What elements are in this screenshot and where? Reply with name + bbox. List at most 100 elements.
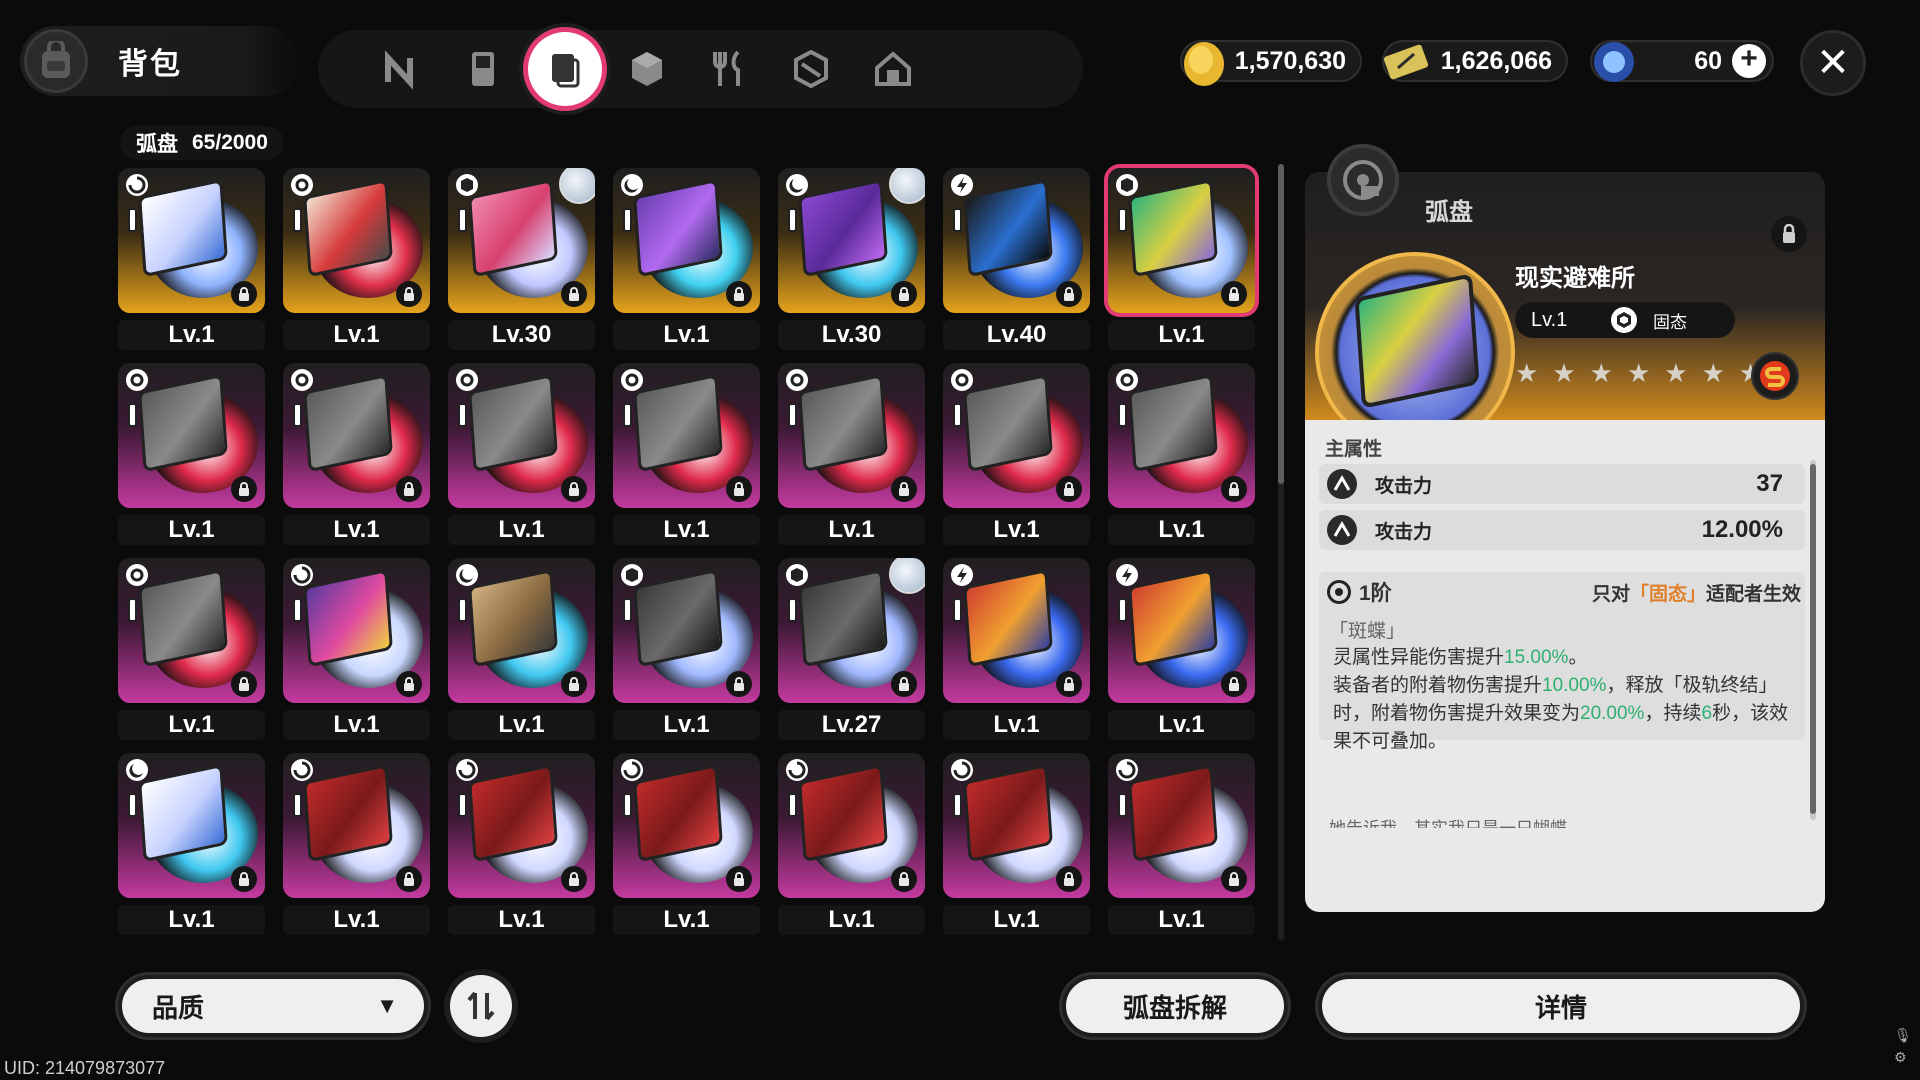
equipped-avatar xyxy=(559,168,595,204)
lock-icon[interactable] xyxy=(891,476,917,502)
handheld-console-icon xyxy=(472,52,494,86)
disc-card[interactable]: Lv.1 xyxy=(1108,168,1255,353)
disc-card[interactable]: Lv.1 xyxy=(1108,753,1255,938)
disc-tile xyxy=(778,168,925,313)
disc-card[interactable]: Lv.1 xyxy=(943,363,1090,548)
detail-lock-icon[interactable] xyxy=(1771,216,1807,252)
ticket-icon xyxy=(1383,44,1429,80)
lock-icon[interactable] xyxy=(1221,671,1247,697)
lock-icon[interactable] xyxy=(231,866,257,892)
disc-card[interactable]: Lv.1 xyxy=(118,558,265,743)
stat-value: 37 xyxy=(1756,470,1783,497)
dismantle-button[interactable]: 弧盘拆解 xyxy=(1062,975,1288,1037)
lock-icon[interactable] xyxy=(231,671,257,697)
lock-icon[interactable] xyxy=(231,476,257,502)
disc-card[interactable]: Lv.1 xyxy=(943,753,1090,938)
disc-card[interactable]: Lv.1 xyxy=(448,558,595,743)
disc-tile xyxy=(118,558,265,703)
detail-level: Lv.1 xyxy=(1531,308,1568,331)
stat-row: 攻击力 37 xyxy=(1319,464,1805,504)
disc-tile xyxy=(283,168,430,313)
rank-mark xyxy=(955,210,960,230)
disc-card[interactable]: Lv.1 xyxy=(448,363,595,548)
disc-card[interactable]: Lv.40 xyxy=(943,168,1090,353)
settings-icon[interactable]: ⚙ xyxy=(1894,1046,1912,1068)
disc-card[interactable]: Lv.27 xyxy=(778,558,925,743)
disc-card[interactable]: Lv.30 xyxy=(448,168,595,353)
disc-card[interactable]: Lv.1 xyxy=(283,558,430,743)
gear-type-icon xyxy=(456,369,478,391)
disc-card[interactable]: Lv.1 xyxy=(1108,363,1255,548)
lock-icon[interactable] xyxy=(1056,671,1082,697)
sort-dropdown[interactable]: 品质 ▼ xyxy=(118,975,428,1037)
lock-icon[interactable] xyxy=(561,866,587,892)
lock-icon[interactable] xyxy=(561,281,587,307)
tab-disc[interactable] xyxy=(528,32,602,106)
disc-level: Lv.30 xyxy=(448,320,595,350)
lock-icon[interactable] xyxy=(1056,281,1082,307)
disc-tile xyxy=(118,363,265,508)
lock-icon[interactable] xyxy=(891,281,917,307)
disc-card[interactable]: Lv.1 xyxy=(943,558,1090,743)
disc-card[interactable]: Lv.1 xyxy=(613,558,760,743)
lock-icon[interactable] xyxy=(396,671,422,697)
disc-card[interactable]: Lv.1 xyxy=(283,168,430,353)
disc-card[interactable]: Lv.1 xyxy=(283,363,430,548)
close-button[interactable]: ✕ xyxy=(1800,30,1866,96)
disc-card[interactable]: Lv.1 xyxy=(118,753,265,938)
lock-icon[interactable] xyxy=(231,281,257,307)
inventory-count-value: 65/2000 xyxy=(192,131,268,154)
lock-icon[interactable] xyxy=(726,671,752,697)
disc-card[interactable]: Lv.1 xyxy=(778,363,925,548)
disc-card[interactable]: Lv.1 xyxy=(283,753,430,938)
lock-icon[interactable] xyxy=(891,866,917,892)
flavor-text: 她告诉我，其实我只是一只蝴蝶 xyxy=(1329,814,1567,828)
disc-level: Lv.1 xyxy=(448,905,595,935)
details-button[interactable]: 详情 xyxy=(1318,975,1804,1037)
detail-scrollbar-thumb[interactable] xyxy=(1810,464,1816,814)
lock-icon[interactable] xyxy=(396,866,422,892)
mic-icon[interactable]: 🎙 xyxy=(1894,1024,1912,1046)
gear-type-icon xyxy=(951,369,973,391)
sort-order-button[interactable] xyxy=(450,975,512,1037)
lock-icon[interactable] xyxy=(1221,476,1247,502)
disc-card[interactable]: Lv.1 xyxy=(778,753,925,938)
grid-scrollbar-thumb[interactable] xyxy=(1278,164,1284,484)
crescent-type-icon xyxy=(621,174,643,196)
disc-card[interactable]: Lv.1 xyxy=(1108,558,1255,743)
disc-card[interactable]: Lv.1 xyxy=(118,168,265,353)
lock-icon[interactable] xyxy=(396,476,422,502)
disc-level: Lv.40 xyxy=(943,320,1090,350)
detail-scrollbar[interactable] xyxy=(1810,460,1816,820)
lock-icon[interactable] xyxy=(891,671,917,697)
disc-card[interactable]: Lv.1 xyxy=(613,753,760,938)
tab-box[interactable] xyxy=(610,32,684,106)
disc-card[interactable]: Lv.1 xyxy=(613,168,760,353)
lock-icon[interactable] xyxy=(726,866,752,892)
house-icon xyxy=(875,51,911,86)
tab-materials[interactable] xyxy=(774,32,848,106)
grid-scrollbar[interactable] xyxy=(1278,164,1284,940)
tab-nte[interactable] xyxy=(364,32,438,106)
disc-card[interactable]: Lv.30 xyxy=(778,168,925,353)
lock-icon[interactable] xyxy=(1056,866,1082,892)
lock-icon[interactable] xyxy=(726,281,752,307)
lock-icon[interactable] xyxy=(396,281,422,307)
lock-icon[interactable] xyxy=(1221,281,1247,307)
add-crystal-button[interactable]: + xyxy=(1732,44,1766,78)
lock-icon[interactable] xyxy=(1221,866,1247,892)
tab-gameboy[interactable] xyxy=(446,32,520,106)
desc-value: 15.00% xyxy=(1504,647,1569,668)
tab-home[interactable] xyxy=(856,32,930,106)
disc-card[interactable]: Lv.1 xyxy=(118,363,265,548)
lock-icon[interactable] xyxy=(1056,476,1082,502)
tab-food[interactable] xyxy=(692,32,766,106)
currency-ticket-value: 1,626,066 xyxy=(1440,46,1552,75)
lock-icon[interactable] xyxy=(561,671,587,697)
disc-level: Lv.1 xyxy=(613,710,760,740)
lock-icon[interactable] xyxy=(561,476,587,502)
lock-icon[interactable] xyxy=(726,476,752,502)
disc-card[interactable]: Lv.1 xyxy=(448,753,595,938)
rank-mark xyxy=(130,405,135,425)
disc-card[interactable]: Lv.1 xyxy=(613,363,760,548)
